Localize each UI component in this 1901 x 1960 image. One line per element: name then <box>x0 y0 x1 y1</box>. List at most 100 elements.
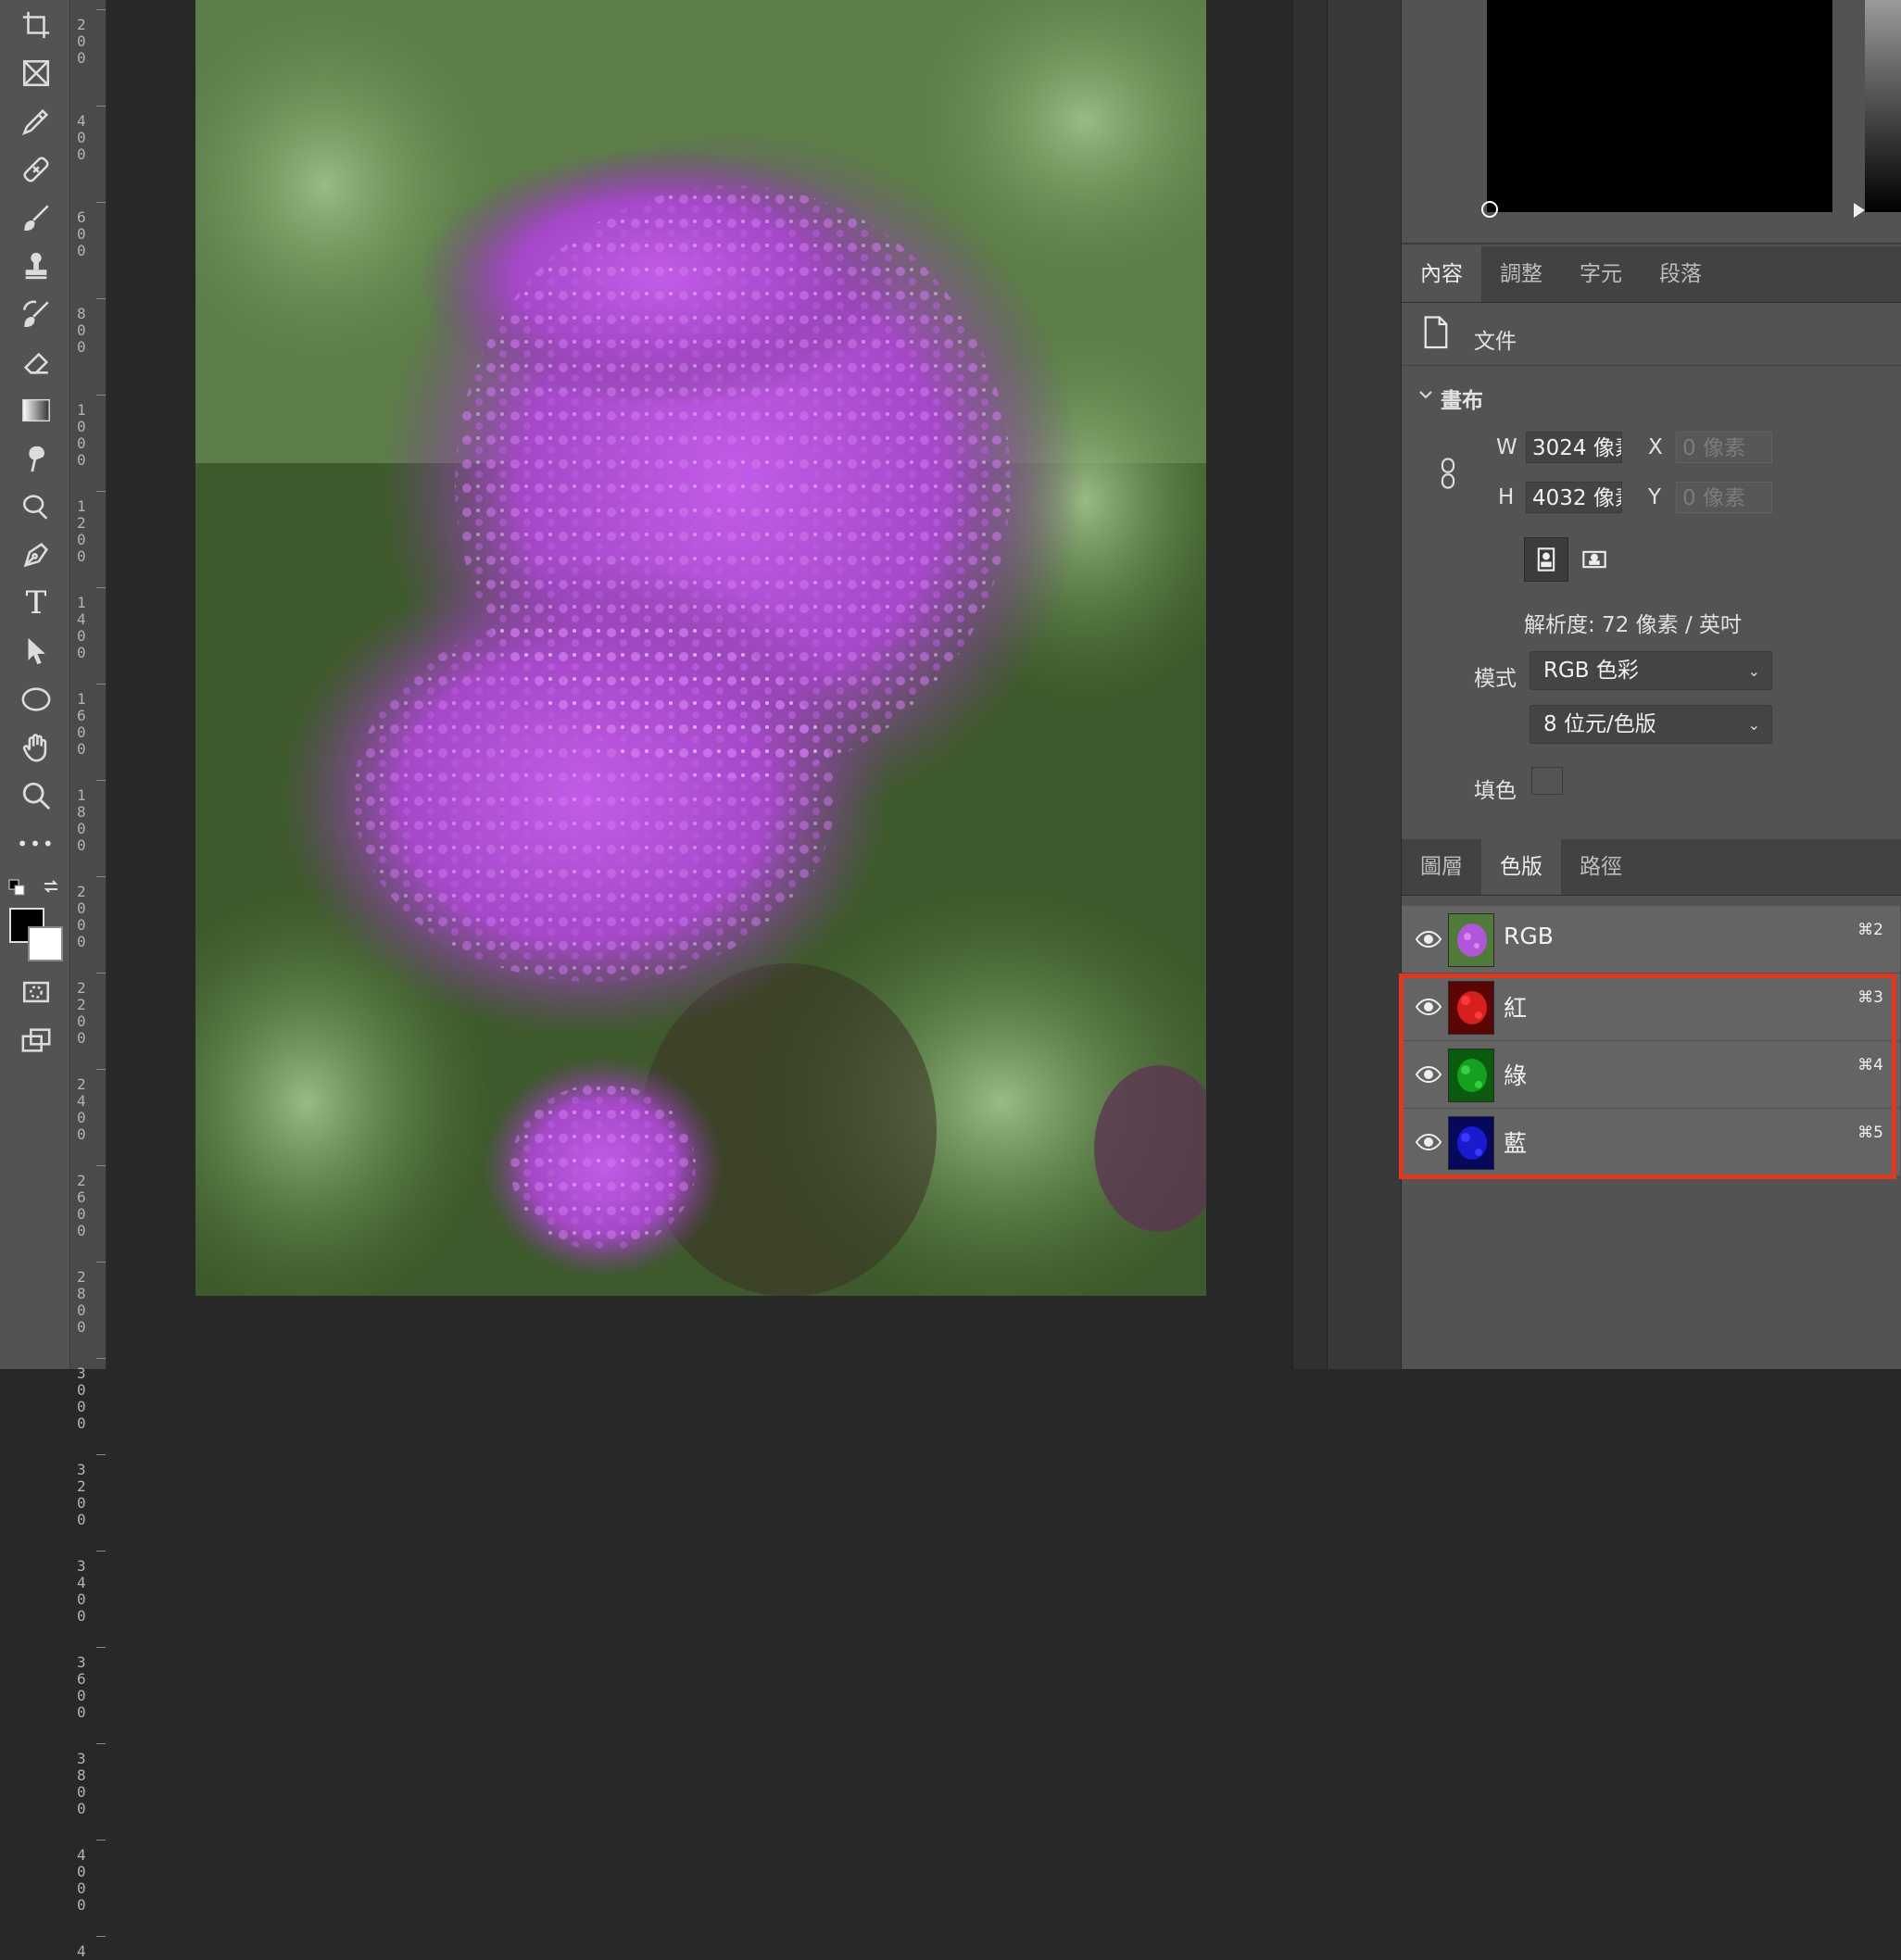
ruler-digit: 1 <box>77 786 86 804</box>
mode-label: 模式 <box>1474 667 1517 691</box>
ellipse-tool-icon[interactable] <box>15 678 57 721</box>
ruler-tick <box>96 1165 106 1166</box>
ruler-tick <box>96 298 106 299</box>
hue-slider[interactable] <box>1854 0 1901 218</box>
tab-channels[interactable]: 色版 <box>1481 839 1561 895</box>
default-colors-icon[interactable] <box>7 878 26 897</box>
eyedropper-tool-icon[interactable] <box>15 100 57 143</box>
color-picker-cursor[interactable] <box>1481 201 1498 218</box>
dodge-tool-icon[interactable] <box>15 485 57 528</box>
ruler-digit: 6 <box>77 208 86 226</box>
zoom-tool-icon[interactable] <box>15 774 57 817</box>
bit-depth-select[interactable]: 8 位元/色版 ⌄ <box>1530 705 1772 744</box>
link-dimensions-icon[interactable] <box>1437 457 1459 489</box>
landscape-orientation-button[interactable] <box>1572 537 1617 582</box>
type-tool-glyph: T <box>25 584 47 622</box>
ruler-digit: 4 <box>77 112 86 130</box>
chevron-down-icon: ⌄ <box>1747 662 1760 680</box>
section-divider <box>1402 365 1901 366</box>
ruler-tick <box>96 1454 106 1455</box>
crop-tool-icon[interactable] <box>15 4 57 46</box>
ruler-digit: 0 <box>77 1687 86 1704</box>
healing-brush-tool-icon[interactable] <box>15 148 57 191</box>
chevron-down-icon: ⌄ <box>1747 716 1760 734</box>
ruler-tick <box>96 587 106 588</box>
ruler-digit: 0 <box>77 740 86 758</box>
clone-stamp-tool-icon[interactable] <box>15 245 57 287</box>
channel-row-rgb[interactable]: RGB ⌘2 <box>1402 906 1900 974</box>
ruler-digit: 0 <box>77 547 86 565</box>
smudge-tool-icon[interactable] <box>15 437 57 480</box>
ruler-digit: 0 <box>77 1109 86 1126</box>
ruler-digit: 0 <box>77 1607 86 1625</box>
more-tools-icon[interactable]: ••• <box>15 823 57 865</box>
ruler-digit: 6 <box>77 707 86 724</box>
brush-tool-icon[interactable] <box>15 196 57 239</box>
tab-character[interactable]: 字元 <box>1561 246 1641 302</box>
eraser-tool-icon[interactable] <box>15 341 57 383</box>
width-field[interactable]: 3024 像素 <box>1526 432 1622 463</box>
tab-layers[interactable]: 圖層 <box>1402 839 1481 895</box>
ruler-digit: 0 <box>77 1414 86 1432</box>
tool-bar: T ••• <box>0 0 70 1369</box>
ruler-digit: 0 <box>77 1879 86 1897</box>
ruler-digit: 2 <box>77 1268 86 1286</box>
canvas-area[interactable] <box>107 0 1292 1369</box>
quick-mask-icon[interactable] <box>15 971 57 1013</box>
portrait-orientation-button[interactable] <box>1524 537 1568 582</box>
ruler-digit: 0 <box>77 916 86 934</box>
ruler-digit: 2 <box>77 883 86 900</box>
fill-color-swatch[interactable] <box>1531 767 1563 795</box>
ruler-digit: 1 <box>77 401 86 419</box>
panel-dock-strip <box>1327 0 1402 1369</box>
y-field[interactable]: 0 像素 <box>1676 482 1772 513</box>
eye-icon[interactable] <box>1415 926 1442 952</box>
ruler-tick <box>96 876 106 877</box>
vertical-ruler: 2004006008001000120014001600180020002200… <box>70 0 107 1960</box>
chevron-down-icon[interactable] <box>1416 385 1435 404</box>
ruler-digit: 8 <box>77 305 86 322</box>
ruler-digit: 0 <box>77 1318 86 1336</box>
color-field[interactable] <box>1481 0 1832 218</box>
ruler-digit: 0 <box>77 723 86 741</box>
height-field[interactable]: 4032 像素 <box>1526 482 1622 513</box>
path-selection-tool-icon[interactable] <box>15 630 57 672</box>
ruler-digit: 2 <box>77 1172 86 1189</box>
history-brush-tool-icon[interactable] <box>15 293 57 335</box>
tab-paragraph[interactable]: 段落 <box>1641 246 1720 302</box>
tab-properties[interactable]: 內容 <box>1402 246 1481 302</box>
ruler-tick <box>96 1743 106 1744</box>
ruler-digit: 0 <box>77 1896 86 1914</box>
channel-name: RGB <box>1504 923 1554 949</box>
hand-tool-icon[interactable] <box>15 726 57 769</box>
ruler-digit: 0 <box>77 145 86 163</box>
canvas-scroll-strip[interactable] <box>1292 0 1327 1369</box>
ruler-tick <box>96 491 106 492</box>
height-label: H <box>1498 485 1515 509</box>
width-label: W <box>1496 435 1517 459</box>
mode-select[interactable]: RGB 色彩 ⌄ <box>1530 651 1772 690</box>
tab-adjustments[interactable]: 調整 <box>1481 246 1561 302</box>
fill-label: 填色 <box>1474 779 1517 803</box>
frame-tool-icon[interactable] <box>15 52 57 94</box>
tab-paths[interactable]: 路徑 <box>1561 839 1641 895</box>
ruler-digit: 4 <box>77 610 86 628</box>
ruler-digit: 0 <box>77 836 86 854</box>
x-field[interactable]: 0 像素 <box>1676 432 1772 463</box>
ruler-digit: 2 <box>77 1075 86 1093</box>
ruler-digit: 0 <box>77 321 86 339</box>
ruler-digit: 2 <box>77 979 86 997</box>
ruler-digit: 1 <box>77 594 86 611</box>
swap-colors-icon[interactable] <box>41 876 61 897</box>
pen-tool-icon[interactable] <box>15 534 57 576</box>
ruler-digit: 0 <box>77 1398 86 1415</box>
background-color-swatch[interactable] <box>28 926 63 961</box>
type-tool-icon[interactable]: T <box>15 582 57 624</box>
ruler-tick <box>96 1936 106 1937</box>
ruler-digit: 3 <box>77 1557 86 1575</box>
ruler-digit: 2 <box>77 16 86 33</box>
gradient-tool-icon[interactable] <box>15 389 57 432</box>
hue-slider-handle[interactable] <box>1854 203 1865 218</box>
screen-mode-icon[interactable] <box>15 1019 57 1062</box>
ruler-tick <box>96 106 106 107</box>
